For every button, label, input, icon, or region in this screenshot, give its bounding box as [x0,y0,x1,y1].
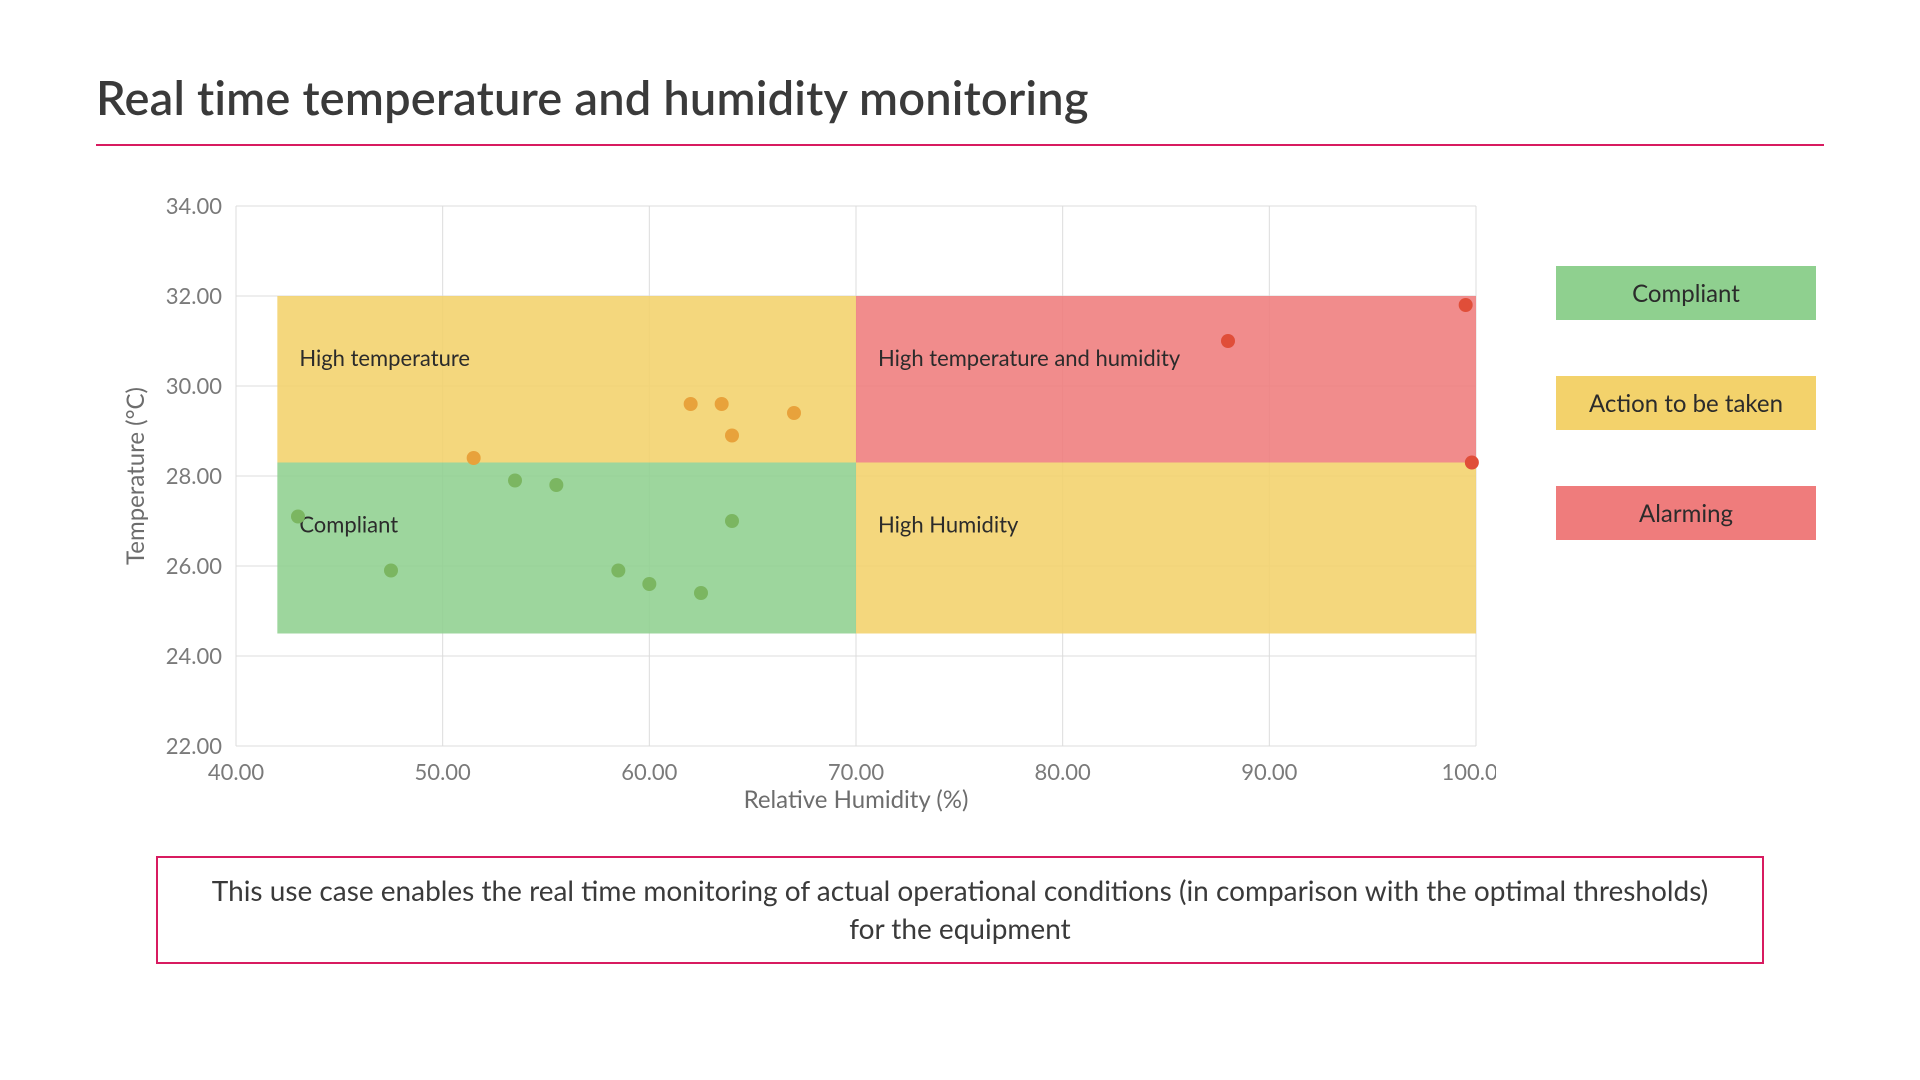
svg-text:34.00: 34.00 [166,196,222,219]
data-point [715,397,729,411]
chart-svg: Compliant High temperature High Humidity Hi… [96,196,1496,816]
svg-text:24.00: 24.00 [166,642,222,669]
svg-text:30.00: 30.00 [166,372,222,399]
page-title: Real time temperature and humidity monit… [96,70,1824,126]
region-label: High Humidity [878,511,1019,538]
svg-text:90.00: 90.00 [1241,758,1297,785]
caption-text: This use case enables the real time moni… [212,873,1708,945]
svg-text:40.00: 40.00 [208,758,264,785]
chart-row: Compliant High temperature High Humidity Hi… [96,196,1824,816]
svg-text:80.00: 80.00 [1035,758,1091,785]
region-compliant [277,463,856,634]
y-axis-ticks: 22.00 24.00 26.00 28.00 30.00 32.00 34.00 [166,196,222,759]
data-point [787,406,801,420]
slide: Real time temperature and humidity monit… [0,0,1920,1080]
legend: Compliant Action to be taken Alarming [1556,266,1816,540]
data-point [1221,334,1235,348]
data-point [1459,298,1473,312]
svg-text:60.00: 60.00 [621,758,677,785]
title-divider [96,144,1824,146]
data-point [508,474,522,488]
svg-text:22.00: 22.00 [166,732,222,759]
region-alarming [856,296,1476,463]
region-label: High temperature and humidity [878,344,1181,371]
x-axis-label: Relative Humidity (%) [744,785,969,814]
region-label: High temperature [299,344,470,371]
region-action [856,463,1476,634]
scatter-chart: Compliant High temperature High Humidity Hi… [96,196,1496,816]
data-point [1465,456,1479,470]
svg-text:50.00: 50.00 [415,758,471,785]
data-point [725,514,739,528]
svg-text:32.00: 32.00 [166,282,222,309]
svg-text:26.00: 26.00 [166,552,222,579]
svg-text:70.00: 70.00 [828,758,884,785]
data-point [684,397,698,411]
data-point [642,577,656,591]
caption-box: This use case enables the real time moni… [156,856,1764,964]
y-axis-label: Temperature (°C) [121,387,150,565]
svg-text:100.00: 100.00 [1442,758,1497,785]
data-point [611,564,625,578]
legend-compliant: Compliant [1556,266,1816,320]
legend-action: Action to be taken [1556,376,1816,430]
region-action [277,296,856,463]
region-label: Compliant [299,511,398,538]
legend-alarming: Alarming [1556,486,1816,540]
data-point [725,429,739,443]
data-point [467,451,481,465]
data-point [384,564,398,578]
svg-text:28.00: 28.00 [166,462,222,489]
data-point [694,586,708,600]
data-point [291,510,305,524]
x-axis-ticks: 40.00 50.00 60.00 70.00 80.00 90.00 100.00 [208,758,1496,785]
data-point [549,478,563,492]
